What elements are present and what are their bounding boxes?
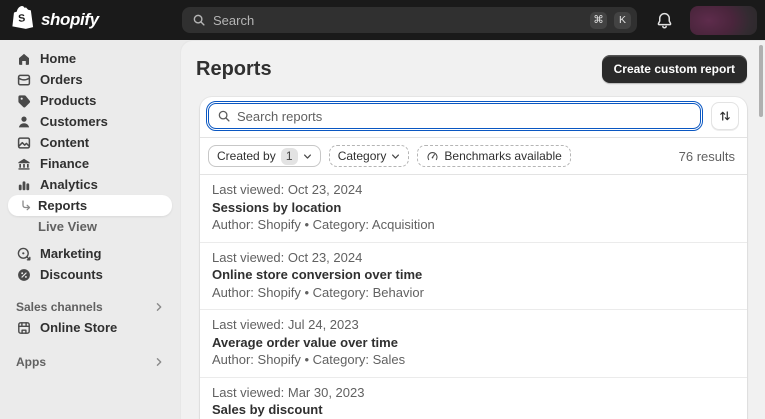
search-reports-field[interactable]	[205, 100, 704, 132]
filter-label: Created by	[217, 149, 276, 163]
report-meta: Author: Shopify • Category: Acquisition	[212, 217, 435, 232]
sort-button[interactable]	[711, 102, 739, 130]
report-row-sales-by-discount[interactable]: Last viewed: Mar 30, 2023 Sales by disco…	[200, 378, 747, 419]
report-row-average-order-value[interactable]: Last viewed: Jul 24, 2023 Average order …	[200, 310, 747, 378]
section-label: Sales channels	[16, 300, 103, 314]
report-last-viewed: Last viewed: Oct 23, 2024	[212, 182, 363, 197]
svg-text:S: S	[18, 12, 26, 25]
shopify-wordmark: shopify	[41, 10, 99, 29]
sidebar-item-label: Analytics	[40, 177, 98, 192]
sidebar-item-label: Customers	[40, 114, 108, 129]
sidebar-item-label: Reports	[38, 198, 88, 213]
bank-icon	[16, 156, 32, 172]
report-title: Online store conversion over time	[212, 267, 423, 282]
sidebar-item-label: Live View	[38, 219, 98, 234]
section-label: Apps	[16, 355, 46, 369]
filter-created-by[interactable]: Created by 1	[208, 145, 321, 167]
sidebar-item-label: Content	[40, 135, 90, 150]
chevron-right-icon	[154, 302, 164, 312]
person-icon	[16, 114, 32, 130]
sidebar-item-label: Home	[40, 51, 77, 66]
sidebar-item-content[interactable]: Content	[8, 132, 172, 153]
tag-icon	[16, 93, 32, 109]
sidebar-item-label: Marketing	[40, 246, 102, 261]
global-search-placeholder: Search	[213, 12, 255, 28]
image-icon	[16, 135, 32, 151]
sort-arrows-icon	[718, 109, 732, 123]
report-title: Sales by discount	[212, 402, 323, 417]
orders-icon	[16, 72, 32, 88]
sidebar-item-analytics[interactable]: Analytics	[8, 174, 172, 195]
chevron-down-icon	[303, 152, 312, 161]
sidebar-item-products[interactable]: Products	[8, 90, 172, 111]
report-last-viewed: Last viewed: Oct 23, 2024	[212, 249, 363, 265]
sidebar-item-label: Orders	[40, 72, 83, 87]
report-meta: Author: Shopify • Category: Sales	[212, 352, 406, 367]
search-icon	[192, 13, 206, 27]
filter-label: Benchmarks available	[444, 149, 562, 163]
sidebar-item-label: Discounts	[40, 267, 103, 282]
notifications-bell-icon[interactable]	[655, 11, 674, 30]
sidebar-item-finance[interactable]: Finance	[8, 153, 172, 174]
sidebar-item-label: Products	[40, 93, 97, 108]
sidebar-item-reports[interactable]: Reports	[8, 195, 172, 216]
reports-card: Created by 1 Category	[200, 97, 747, 419]
sub-arrow-icon	[20, 199, 32, 212]
sidebar-item-label: Online Store	[40, 320, 118, 335]
sidebar-section-apps[interactable]: Apps	[8, 352, 172, 372]
sidebar-item-live-view[interactable]: Live View	[8, 216, 172, 237]
sidebar-item-orders[interactable]: Orders	[8, 69, 172, 90]
store-avatar[interactable]	[690, 5, 757, 35]
create-custom-report-button[interactable]: Create custom report	[601, 55, 747, 83]
results-count: 76 results	[678, 148, 735, 164]
search-icon	[217, 109, 231, 123]
page-title: Reports	[196, 57, 272, 80]
sidebar-item-marketing[interactable]: Marketing	[8, 243, 172, 264]
filter-category[interactable]: Category	[328, 145, 410, 167]
report-meta: Author: Shopify • Category: Behavior	[212, 284, 424, 300]
report-title: Sessions by location	[212, 199, 342, 215]
global-search-bar[interactable]: Search ⌘ K	[182, 7, 637, 33]
shopify-bag-icon: S	[12, 5, 34, 35]
kbd-k: K	[614, 11, 631, 29]
gauge-icon	[426, 150, 439, 163]
sidebar-section-sales-channels[interactable]: Sales channels	[8, 297, 172, 317]
report-last-viewed: Last viewed: Jul 24, 2023	[212, 317, 359, 332]
main-content: Reports Create custom report Search repo…	[180, 40, 765, 419]
bar-chart-icon	[16, 177, 32, 193]
discount-badge-icon	[16, 267, 32, 283]
report-title: Average order value over time	[212, 334, 398, 350]
sidebar-item-customers[interactable]: Customers	[8, 111, 172, 132]
sidebar-item-label: Finance	[40, 156, 90, 171]
chevron-right-icon	[154, 357, 164, 367]
kbd-cmd: ⌘	[590, 11, 607, 29]
filter-label: Category	[337, 149, 387, 163]
report-row-sessions-by-location[interactable]: Last viewed: Oct 23, 2024 Sessions by lo…	[200, 175, 747, 243]
shopify-logo[interactable]: S shopify	[0, 5, 182, 35]
sidebar-item-discounts[interactable]: Discounts	[8, 264, 172, 285]
scrollbar-thumb[interactable]	[759, 45, 763, 117]
sidebar-nav: Home Orders Products Customers Content F…	[0, 40, 180, 419]
sidebar-item-home[interactable]: Home	[8, 48, 172, 69]
filter-benchmarks-available[interactable]: Benchmarks available	[417, 145, 571, 167]
storefront-icon	[16, 320, 32, 336]
report-last-viewed: Last viewed: Mar 30, 2023	[212, 384, 365, 400]
chevron-down-icon	[391, 152, 400, 161]
report-row-online-store-conversion[interactable]: Last viewed: Oct 23, 2024 Online store c…	[200, 243, 747, 310]
search-reports-input[interactable]	[237, 108, 692, 124]
target-icon	[16, 246, 32, 262]
home-icon	[16, 51, 32, 67]
topbar: S shopify Search ⌘ K	[0, 0, 765, 40]
sidebar-item-online-store[interactable]: Online Store	[8, 317, 172, 338]
filter-count-badge: 1	[280, 147, 298, 165]
